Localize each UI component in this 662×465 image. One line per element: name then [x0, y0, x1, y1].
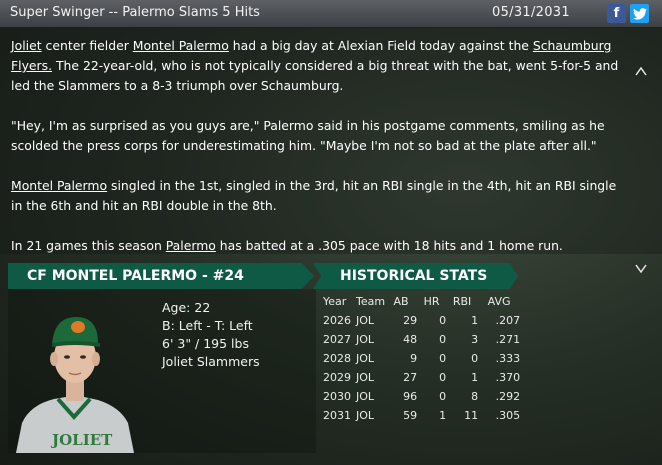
jersey-lettering: JOLIET [50, 431, 113, 449]
col-avg[interactable]: AVG [478, 292, 520, 311]
scroll-up-icon[interactable] [634, 66, 648, 80]
twitter-bird-icon [632, 7, 647, 20]
cell-rbi: 8 [471, 390, 479, 403]
scroll-down-icon[interactable] [634, 264, 648, 278]
cell-rbi: 1 [471, 371, 479, 384]
col-hr[interactable]: HR [417, 292, 446, 311]
cell-team: JOL [356, 371, 375, 384]
article-paragraph-2: "Hey, I'm as surprised as you guys are,"… [11, 118, 605, 153]
cell-year: 2026 [323, 314, 351, 327]
cell-hr: 0 [439, 333, 447, 346]
col-year[interactable]: Year [323, 292, 354, 311]
cell-team: JOL [356, 390, 375, 403]
col-ab[interactable]: AB [385, 292, 417, 311]
title-bar: Super Swinger -- Palermo Slams 5 Hits 05… [0, 0, 662, 28]
table-row: 2026 JOL 29 0 1 .207 [323, 311, 520, 330]
cell-team: JOL [356, 352, 375, 365]
article-paragraph-3: Montel Palermo singled in the 1st, singl… [11, 176, 623, 216]
cell-rbi: 11 [464, 409, 479, 422]
cell-year: 2029 [323, 371, 351, 384]
cell-avg: .207 [495, 314, 521, 327]
table-row: 2028 JOL 9 0 0 .333 [323, 349, 520, 368]
stats-header-row: Year Team AB HR RBI AVG [323, 292, 520, 311]
cell-avg: .370 [495, 371, 521, 384]
player-link[interactable]: Palermo [166, 238, 216, 253]
player-avatar: JOLIET [16, 317, 134, 453]
cell-year: 2027 [323, 333, 351, 346]
cell-team: JOL [356, 333, 375, 346]
article-paragraph-4: In 21 games this season Palermo has batt… [11, 236, 623, 256]
player-portrait[interactable]: JOLIET [8, 305, 140, 453]
cell-ab: 27 [403, 371, 418, 384]
cell-year: 2028 [323, 352, 351, 365]
cell-rbi: 0 [471, 352, 479, 365]
historical-stats-header: HISTORICAL STATS [313, 263, 518, 289]
table-row: 2030 JOL 96 0 8 .292 [323, 387, 520, 406]
player-link[interactable]: Montel Palermo [11, 178, 107, 193]
article-body: Joliet center fielder Montel Palermo had… [11, 36, 623, 276]
article-panel: Joliet center fielder Montel Palermo had… [0, 28, 662, 274]
player-bats-throws: B: Left - T: Left [162, 318, 253, 333]
table-row: 2027 JOL 48 0 3 .271 [323, 330, 520, 349]
cell-ab: 96 [403, 390, 418, 403]
cell-hr: 1 [439, 409, 447, 422]
cell-ab: 59 [403, 409, 418, 422]
cell-ab: 9 [410, 352, 418, 365]
facebook-icon[interactable]: f [607, 4, 626, 23]
cell-rbi: 1 [471, 314, 479, 327]
cell-year: 2031 [323, 409, 351, 422]
article-text: center fielder [41, 38, 133, 53]
table-row: 2031 JOL 59 1 11 .305 [323, 406, 520, 425]
cell-avg: .271 [495, 333, 521, 346]
player-team: Joliet Slammers [162, 354, 260, 369]
article-text: had a big day at Alexian Field today aga… [228, 38, 533, 53]
article-headline: Super Swinger -- Palermo Slams 5 Hits [10, 5, 260, 20]
player-header: CF MONTEL PALERMO - #24 [8, 263, 314, 289]
twitter-icon[interactable] [630, 4, 649, 23]
player-bio: Age: 22 B: Left - T: Left 6' 3" / 195 lb… [162, 299, 260, 371]
cell-year: 2030 [323, 390, 351, 403]
article-date: 05/31/2031 [492, 5, 570, 20]
cell-hr: 0 [439, 314, 447, 327]
article-paragraph-1: Joliet center fielder Montel Palermo had… [11, 36, 623, 96]
historical-stats-table: Year Team AB HR RBI AVG 2026 JOL 29 0 1 … [323, 292, 520, 425]
article-text: In 21 games this season [11, 238, 166, 253]
article-text: The 22-year-old, who is not typically co… [11, 58, 619, 93]
cell-ab: 48 [403, 333, 418, 346]
player-height-weight: 6' 3" / 195 lbs [162, 336, 249, 351]
cell-avg: .333 [495, 352, 521, 365]
cell-team: JOL [356, 314, 375, 327]
player-link[interactable]: Montel Palermo [133, 38, 229, 53]
cell-team: JOL [356, 409, 375, 422]
cell-avg: .305 [495, 409, 521, 422]
col-team[interactable]: Team [354, 292, 385, 311]
cell-ab: 29 [403, 314, 418, 327]
article-text: has batted at a .305 pace with 18 hits a… [215, 238, 563, 253]
table-row: 2029 JOL 27 0 1 .370 [323, 368, 520, 387]
cell-rbi: 3 [471, 333, 479, 346]
cell-hr: 0 [439, 352, 447, 365]
cell-avg: .292 [495, 390, 521, 403]
cell-hr: 0 [439, 390, 447, 403]
cell-hr: 0 [439, 371, 447, 384]
player-age: Age: 22 [162, 300, 211, 315]
col-rbi[interactable]: RBI [446, 292, 478, 311]
team-link[interactable]: Joliet [11, 38, 42, 53]
